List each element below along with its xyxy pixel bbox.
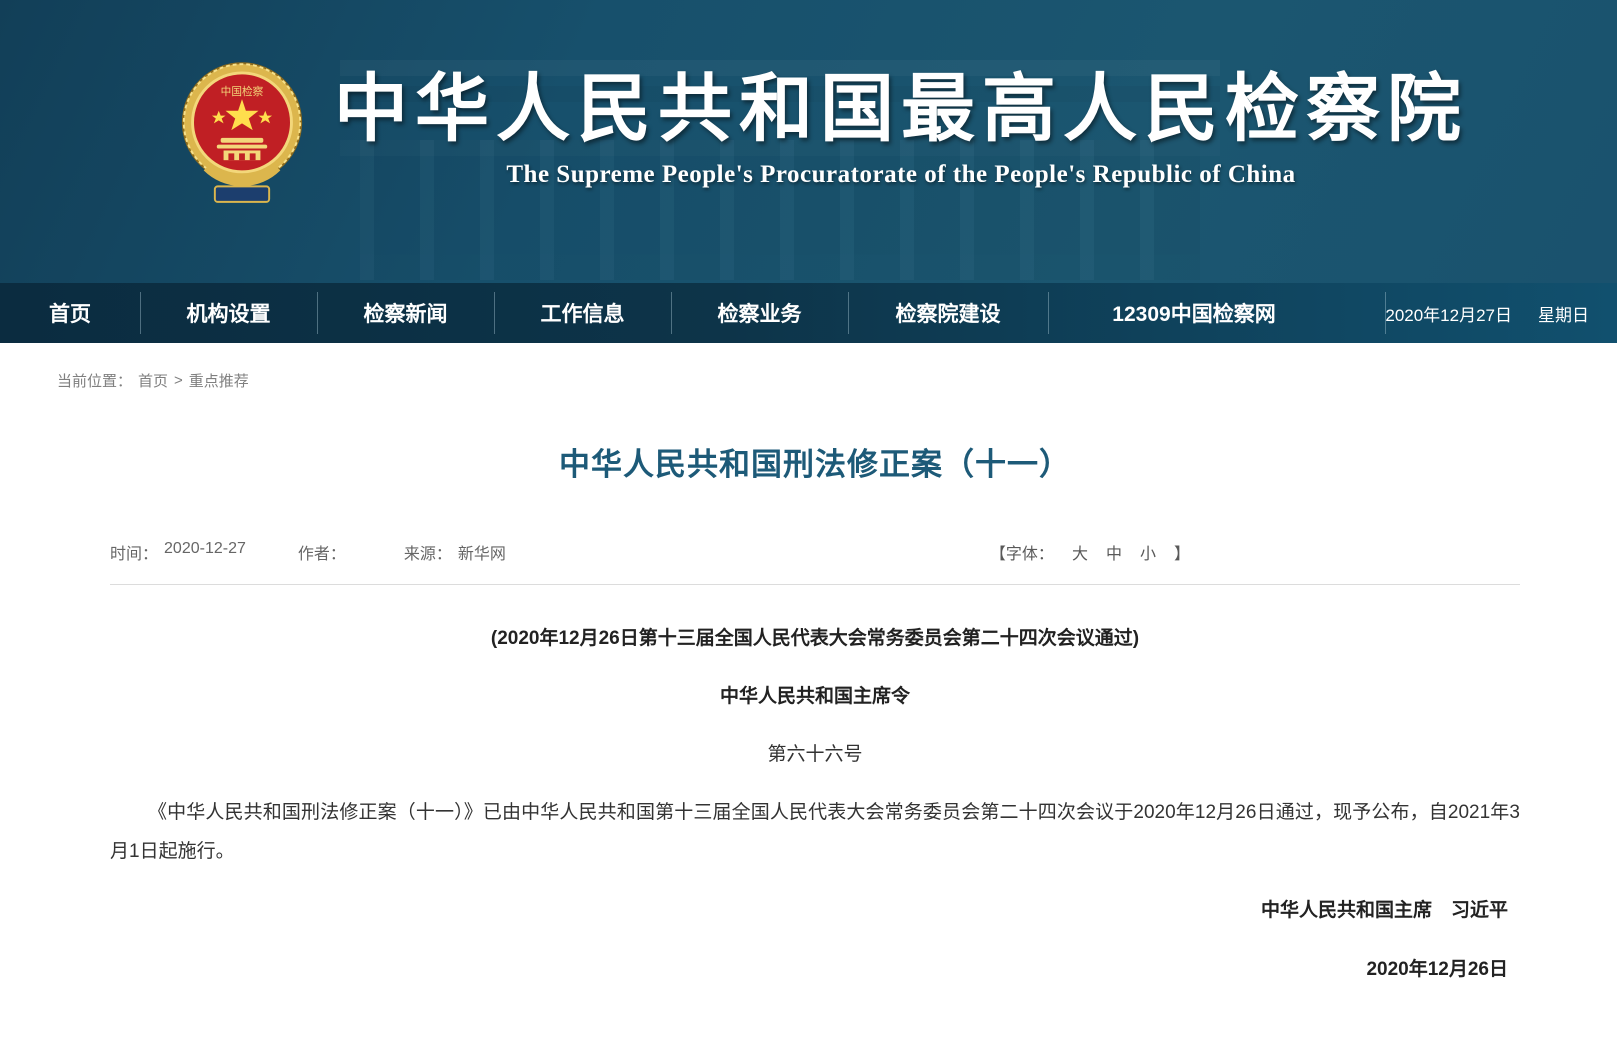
font-size-large-button[interactable]: 大 <box>1072 540 1088 564</box>
font-size-label-close: 】 <box>1174 540 1190 564</box>
meta-author-label: 作者： <box>298 540 346 564</box>
article-content: (2020年12月26日第十三届全国人民代表大会常务委员会第二十四次会议通过) … <box>110 619 1520 989</box>
font-size-small-button[interactable]: 小 <box>1140 540 1156 564</box>
main-navigation: 首页 机构设置 检察新闻 工作信息 检察业务 检察院建设 12309中国检察网 … <box>0 283 1617 343</box>
article-title: 中华人民共和国刑法修正案（十一） <box>110 439 1520 484</box>
meta-time-value: 2020-12-27 <box>164 540 246 564</box>
nav-item-news[interactable]: 检察新闻 <box>317 283 494 343</box>
breadcrumb: 当前位置： 首页 > 重点推荐 <box>57 370 1617 391</box>
meta-source-label: 来源： <box>404 540 452 564</box>
article: 中华人民共和国刑法修正案（十一） 时间： 2020-12-27 作者： 来源： … <box>110 439 1520 989</box>
meta-source-value: 新华网 <box>458 540 506 564</box>
site-title: 中华人民共和国最高人民检察院 <box>334 70 1468 151</box>
font-size-medium-button[interactable]: 中 <box>1106 540 1122 564</box>
body-paragraph: 《中华人民共和国刑法修正案（十一）》已由中华人民共和国第十三届全国人民代表大会常… <box>110 793 1520 871</box>
nav-item-work-info[interactable]: 工作信息 <box>494 283 671 343</box>
article-meta-row: 时间： 2020-12-27 作者： 来源： 新华网 【字体： 大 中 小 】 <box>110 540 1520 585</box>
font-size-widget: 【字体： 大 中 小 】 <box>990 540 1190 564</box>
breadcrumb-label: 当前位置： <box>57 370 132 391</box>
emblem-arc-text: 中国检察 <box>221 85 264 98</box>
nav-item-organization[interactable]: 机构设置 <box>140 283 317 343</box>
current-weekday: 星期日 <box>1538 301 1589 326</box>
decree-title: 中华人民共和国主席令 <box>110 677 1520 716</box>
signature-line: 中华人民共和国主席 习近平 <box>110 891 1520 930</box>
current-date: 2020年12月27日 <box>1385 301 1512 326</box>
passed-line: (2020年12月26日第十三届全国人民代表大会常务委员会第二十四次会议通过) <box>110 619 1520 658</box>
site-header: 中国检察 中华人民共和国最高人民检察院 The Supreme People's… <box>0 0 1617 283</box>
meta-time-label: 时间： <box>110 540 158 564</box>
site-subtitle: The Supreme People's Procuratorate of th… <box>334 161 1468 189</box>
nav-item-procuratorial-business[interactable]: 检察业务 <box>671 283 848 343</box>
breadcrumb-separator: > <box>174 372 183 389</box>
signature-date: 2020年12月26日 <box>110 950 1520 989</box>
nav-item-construction[interactable]: 检察院建设 <box>848 283 1048 343</box>
nav-item-12309[interactable]: 12309中国检察网 <box>1048 283 1340 343</box>
decree-number: 第六十六号 <box>110 735 1520 774</box>
breadcrumb-home-link[interactable]: 首页 <box>138 370 168 391</box>
nav-date: 2020年12月27日 星期日 <box>1385 283 1617 343</box>
procuratorate-emblem-icon: 中国检察 <box>178 48 306 220</box>
breadcrumb-current-link[interactable]: 重点推荐 <box>189 370 249 391</box>
nav-item-home[interactable]: 首页 <box>0 283 140 343</box>
font-size-label: 【字体： <box>990 540 1054 564</box>
